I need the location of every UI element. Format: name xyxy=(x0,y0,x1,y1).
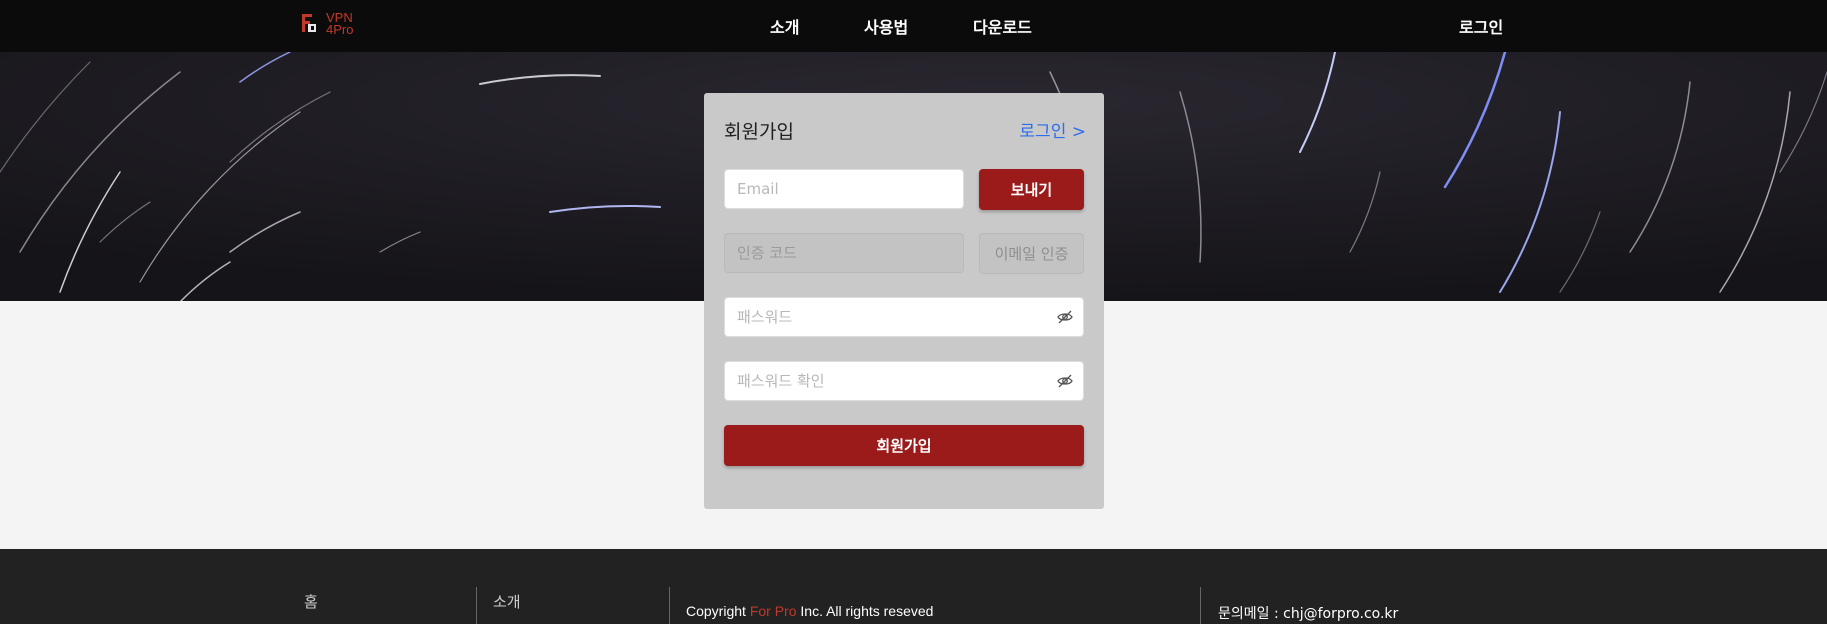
footer-link-intro[interactable]: 소개 xyxy=(493,591,521,612)
footer: 홈 소개 Copyright For Pro Inc. All rights r… xyxy=(0,549,1827,624)
logo-text: VPN 4Pro xyxy=(326,10,354,37)
eye-off-icon[interactable] xyxy=(1056,372,1074,390)
verification-code-input[interactable] xyxy=(724,233,964,273)
signup-card: 회원가입 로그인 > 보내기 이메일 인증 회원가입 xyxy=(704,93,1104,509)
top-nav-bar: VPN 4Pro 소개 사용법 다운로드 로그인 xyxy=(0,0,1827,52)
footer-divider xyxy=(669,587,670,624)
footer-link-home[interactable]: 홈 xyxy=(304,591,318,612)
nav-intro[interactable]: 소개 xyxy=(770,0,799,52)
nav-login[interactable]: 로그인 xyxy=(1459,0,1503,52)
send-button[interactable]: 보내기 xyxy=(979,169,1084,210)
footer-divider xyxy=(476,587,477,624)
footer-divider xyxy=(1200,587,1201,624)
footer-contact-email: 문의메일 : chj@forpro.co.kr xyxy=(1218,606,1399,622)
logo[interactable]: VPN 4Pro xyxy=(302,10,354,37)
login-link[interactable]: 로그인 > xyxy=(1019,117,1086,142)
email-input[interactable] xyxy=(724,169,964,209)
password-confirm-input[interactable] xyxy=(724,361,1084,401)
signup-title: 회원가입 xyxy=(724,121,794,143)
nav-download[interactable]: 다운로드 xyxy=(973,0,1032,52)
eye-off-icon[interactable] xyxy=(1056,308,1074,326)
signup-submit-button[interactable]: 회원가입 xyxy=(724,425,1084,466)
nav-howto[interactable]: 사용법 xyxy=(864,0,908,52)
email-verify-button[interactable]: 이메일 인증 xyxy=(979,233,1084,274)
password-input[interactable] xyxy=(724,297,1084,337)
footer-copyright: Copyright For Pro Inc. All rights reseve… xyxy=(686,603,934,619)
logo-mark-icon xyxy=(302,12,318,36)
